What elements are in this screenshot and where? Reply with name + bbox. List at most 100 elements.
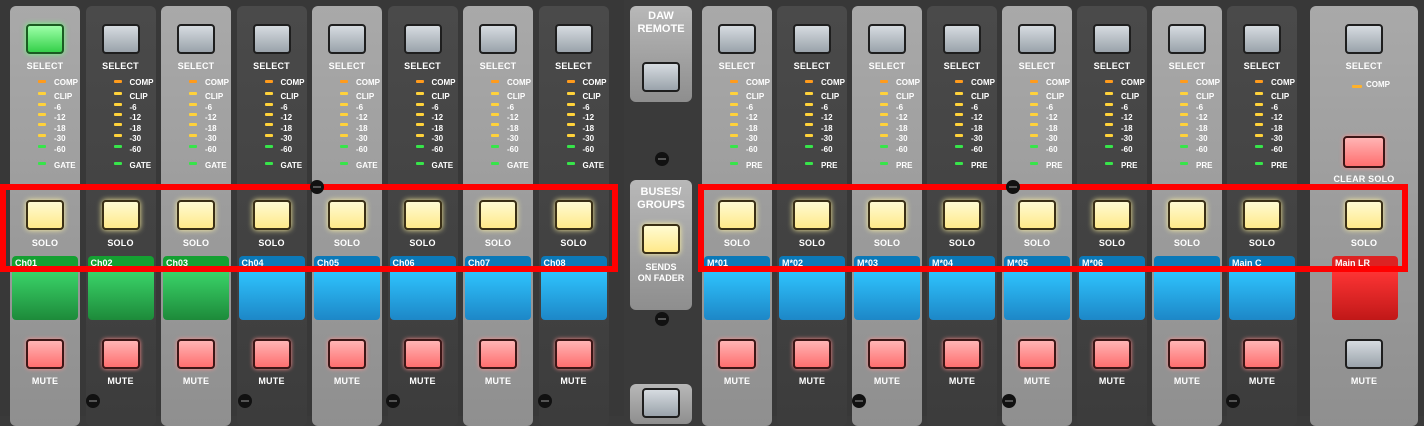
screw xyxy=(655,152,669,166)
select-button[interactable] xyxy=(793,24,831,54)
meter-scale-label: -60 xyxy=(280,144,293,154)
mute-button[interactable] xyxy=(793,339,831,369)
meter-led xyxy=(38,162,46,165)
meter-led xyxy=(1255,145,1263,148)
meter-mode-label: PRE xyxy=(1271,161,1288,170)
meter-led xyxy=(415,123,424,126)
meter-scale-label: CLIP xyxy=(821,92,840,101)
select-button[interactable] xyxy=(328,24,366,54)
mute-button[interactable] xyxy=(101,339,140,369)
select-button[interactable] xyxy=(479,24,517,54)
select-label: SELECT xyxy=(555,61,592,71)
mute-button[interactable] xyxy=(252,339,291,369)
meter-scale-label: CLIP xyxy=(971,92,990,101)
meter-led xyxy=(189,113,197,116)
sends-on-fader-button[interactable] xyxy=(642,224,680,254)
meter-led xyxy=(415,134,424,137)
daw-remote-button[interactable] xyxy=(642,62,680,92)
meter-led xyxy=(264,92,273,95)
meter-led xyxy=(880,134,888,137)
meter-led xyxy=(1180,113,1188,116)
meter-led xyxy=(264,123,273,126)
select-label: SELECT xyxy=(102,61,139,71)
mute-button[interactable] xyxy=(718,339,756,369)
mute-button[interactable] xyxy=(328,339,366,369)
meter-led xyxy=(1180,134,1188,137)
on-fader-label: ON FADER xyxy=(637,273,685,283)
meter-scale-label: -30 xyxy=(746,134,758,143)
meter-scale-label: -18 xyxy=(507,123,519,133)
mute-button[interactable] xyxy=(554,339,593,369)
meter-mode-label: GATE xyxy=(205,161,227,170)
meter-led xyxy=(805,92,813,95)
select-button[interactable] xyxy=(1018,24,1056,54)
meter-scale-label: -12 xyxy=(54,113,66,122)
meter-led xyxy=(730,162,738,165)
select-button[interactable] xyxy=(868,24,906,54)
select-button[interactable] xyxy=(943,24,981,54)
meter-scale-label: -30 xyxy=(1121,134,1133,143)
lower-button[interactable] xyxy=(642,388,680,418)
select-button[interactable] xyxy=(26,24,64,54)
select-button[interactable] xyxy=(1168,24,1206,54)
comp-label: COMP xyxy=(507,78,531,87)
select-button[interactable] xyxy=(718,24,756,54)
meter-led xyxy=(805,162,813,165)
meter-scale-label: -6 xyxy=(356,102,364,112)
meter-scale-label: -12 xyxy=(356,113,368,122)
meter-led xyxy=(189,162,197,165)
meter-scale-label: CLIP xyxy=(356,92,375,101)
meter-led xyxy=(113,80,122,83)
select-button[interactable] xyxy=(252,24,291,54)
meter-scale-label: -30 xyxy=(507,134,519,143)
mute-button[interactable] xyxy=(479,339,517,369)
select-label: SELECT xyxy=(404,61,441,71)
main-mute-button[interactable] xyxy=(1345,339,1383,369)
meter-led xyxy=(805,123,813,126)
meter-scale-label: -30 xyxy=(1046,134,1058,143)
meter-led xyxy=(1180,123,1188,126)
select-button[interactable] xyxy=(177,24,215,54)
select-button[interactable] xyxy=(101,24,140,54)
select-button[interactable] xyxy=(403,24,442,54)
comp-label: COMP xyxy=(280,78,305,87)
select-label: SELECT xyxy=(177,61,215,71)
mute-button[interactable] xyxy=(177,339,215,369)
mute-button[interactable] xyxy=(943,339,981,369)
mute-button[interactable] xyxy=(403,339,442,369)
remote-label: REMOTE xyxy=(637,23,685,35)
select-label: SELECT xyxy=(1345,61,1383,71)
meter-scale-label: -60 xyxy=(1271,144,1283,154)
mute-label: MUTE xyxy=(948,376,976,386)
mute-button[interactable] xyxy=(1018,339,1056,369)
meter-led xyxy=(264,103,273,106)
select-button[interactable] xyxy=(1243,24,1281,54)
meter-mode-label: GATE xyxy=(507,161,529,170)
mute-button[interactable] xyxy=(1243,339,1281,369)
meter-scale-label: -18 xyxy=(896,123,908,133)
meter-led xyxy=(955,80,963,83)
meter-led xyxy=(415,92,424,95)
mute-button[interactable] xyxy=(1168,339,1206,369)
meter-scale-label: -12 xyxy=(280,113,293,122)
meter-scale-label: -18 xyxy=(582,123,595,133)
clear-solo-label: CLEAR SOLO xyxy=(1333,174,1395,184)
meter-led xyxy=(805,113,813,116)
main-select-button[interactable] xyxy=(1345,24,1383,54)
comp-label: COMP xyxy=(821,78,845,87)
meter-scale-label: -6 xyxy=(507,102,515,112)
select-label: SELECT xyxy=(26,61,64,71)
meter-scale-label: -30 xyxy=(1271,134,1283,143)
meter-led xyxy=(955,103,963,106)
mute-button[interactable] xyxy=(868,339,906,369)
mute-button[interactable] xyxy=(1093,339,1131,369)
mute-button[interactable] xyxy=(26,339,64,369)
clear-solo-button[interactable] xyxy=(1343,136,1385,168)
meter-led xyxy=(880,80,888,83)
select-button[interactable] xyxy=(554,24,593,54)
meter-led xyxy=(38,103,46,106)
select-label: SELECT xyxy=(479,61,517,71)
meter-scale-label: -60 xyxy=(205,144,217,154)
select-button[interactable] xyxy=(1093,24,1131,54)
meter-led xyxy=(880,123,888,126)
